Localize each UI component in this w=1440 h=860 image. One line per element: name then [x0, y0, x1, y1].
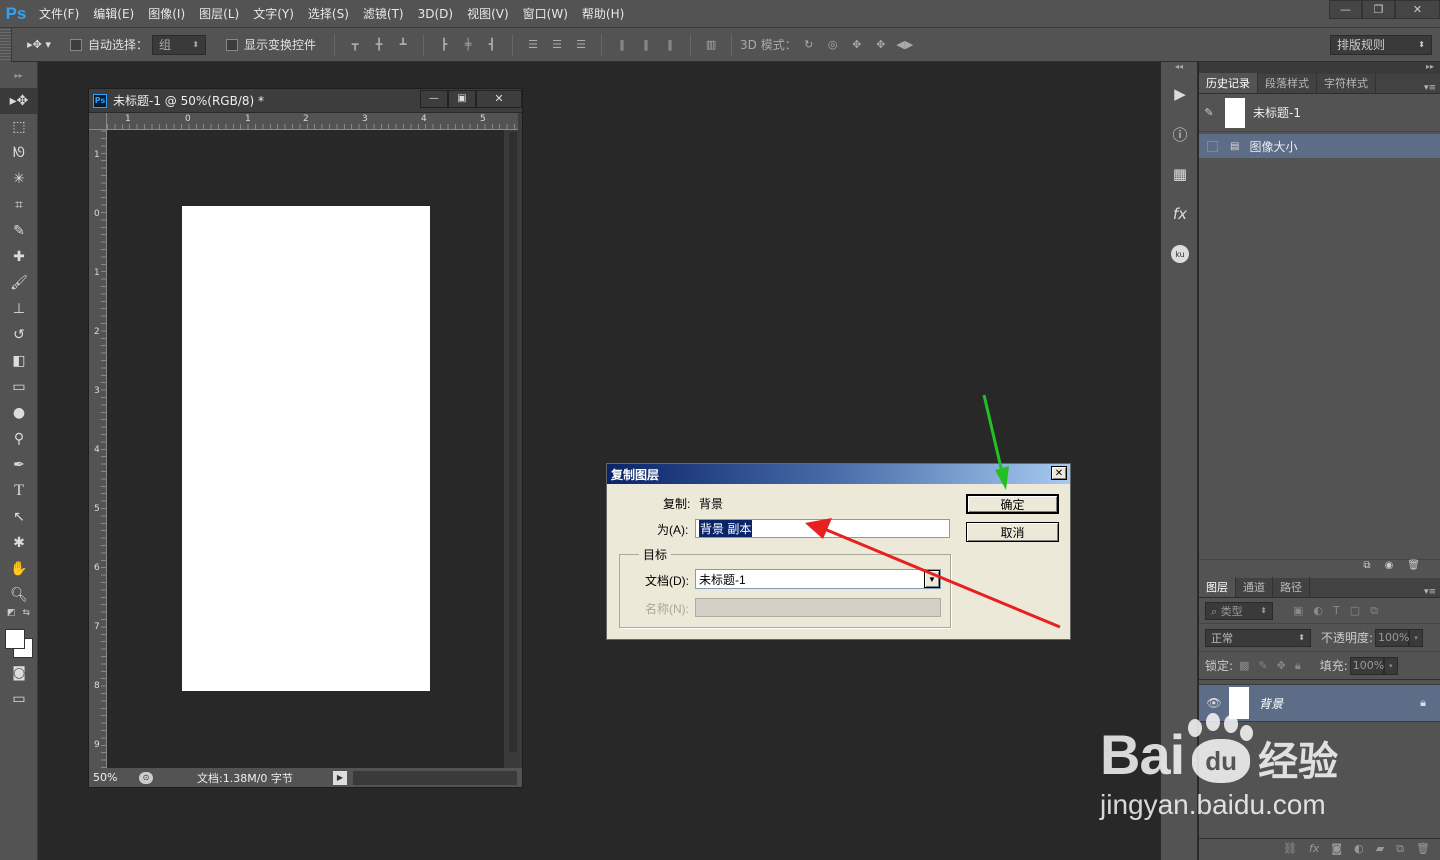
baidu-jingyan-watermark: Bai du 经验 jingyan.baidu.com — [1100, 705, 1400, 835]
watermark-brand: Bai — [1100, 723, 1185, 786]
watermark-jingyan: 经验 — [1258, 739, 1339, 785]
watermark-url: jingyan.baidu.com — [1100, 789, 1326, 820]
red-arrow — [805, 518, 1061, 629]
green-arrow — [982, 394, 1009, 490]
paw-icon: du — [1184, 713, 1256, 787]
